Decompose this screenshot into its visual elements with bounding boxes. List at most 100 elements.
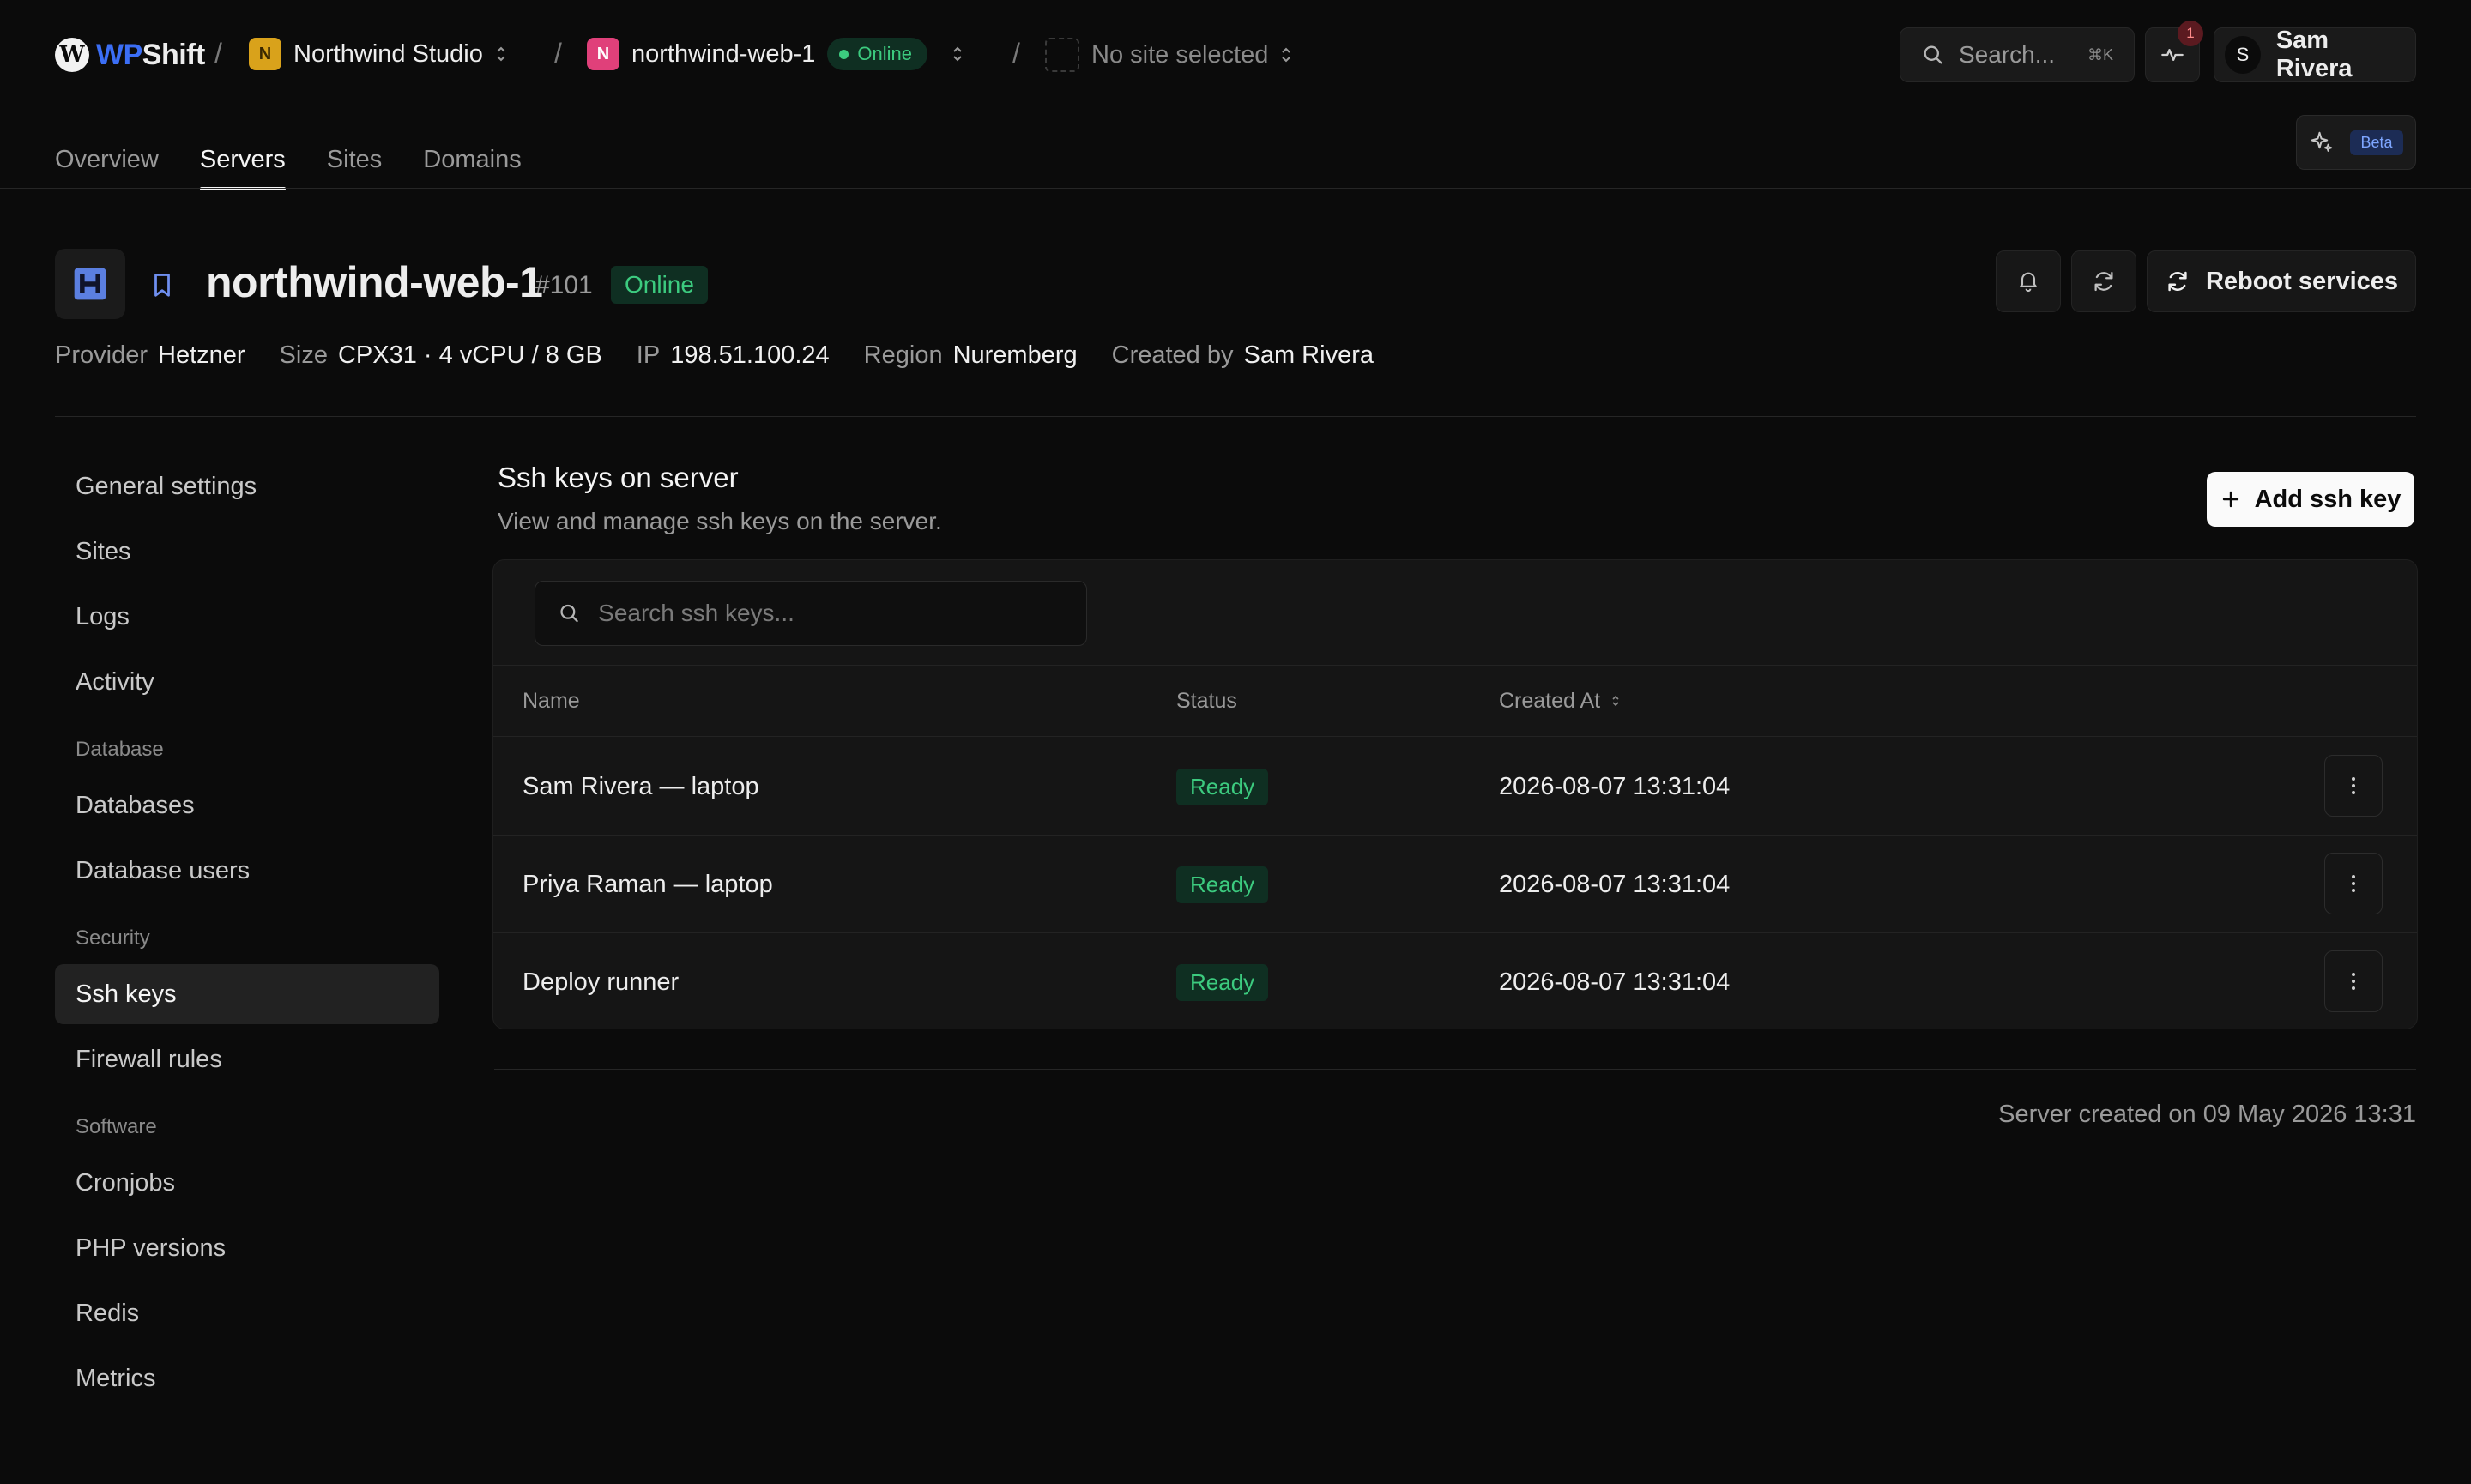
status-badge: Ready <box>1176 768 1269 805</box>
breadcrumb-separator: / <box>214 38 222 69</box>
table-row[interactable]: Sam Rivera — laptop Ready 2026-08-07 13:… <box>493 738 2417 836</box>
brand-logo[interactable]: W WPShift <box>55 34 205 75</box>
tab-servers[interactable]: Servers <box>199 130 286 190</box>
server-meta: Provider Hetzner Size CPX31 · 4 vCPU / 8 G… <box>55 341 1374 370</box>
add-ssh-key-label: Add ssh key <box>2254 485 2402 513</box>
table-header: Name Status Created At <box>493 665 2417 737</box>
tab-domains[interactable]: Domains <box>423 130 521 189</box>
status-badge: Online <box>611 266 708 304</box>
activity-pulse-icon <box>2161 49 2184 62</box>
status-badge: Ready <box>1176 866 1269 903</box>
row-actions-button[interactable] <box>2324 755 2383 817</box>
site-placeholder-icon <box>1045 38 1079 72</box>
ssh-keys-table: Name Status Created At Sam Rivera — lapt… <box>492 559 2418 1029</box>
status-badge: Ready <box>1176 963 1269 1001</box>
ai-assistant-button[interactable]: Beta <box>2296 115 2416 170</box>
add-ssh-key-button[interactable]: Add ssh key <box>2207 472 2414 527</box>
page-title: northwind-web-1 <box>206 258 543 306</box>
wordpress-logo-icon: W <box>55 38 89 72</box>
refresh-button[interactable] <box>2071 250 2136 312</box>
bell-icon <box>2020 272 2037 293</box>
table-row[interactable]: Priya Raman — laptop Ready 2026-08-07 13… <box>493 836 2417 933</box>
sidebar-item-database-users[interactable]: Database users <box>55 841 439 901</box>
ssh-key-name: Sam Rivera — laptop <box>523 772 759 800</box>
header-divider <box>55 416 2416 417</box>
section-title: Ssh keys on server <box>498 461 739 493</box>
table-row[interactable]: Deploy runner Ready 2026-08-07 13:31:04 <box>493 933 2417 1029</box>
footer-divider <box>494 1069 2416 1070</box>
refresh-icon <box>2094 271 2113 292</box>
tab-sites[interactable]: Sites <box>327 130 382 189</box>
more-vertical-icon <box>2352 973 2355 990</box>
sidebar-item-firewall-rules[interactable]: Firewall rules <box>55 1029 439 1089</box>
beta-badge: Beta <box>2350 130 2403 155</box>
search-icon <box>560 604 578 623</box>
sidebar-item-sites[interactable]: Sites <box>55 522 439 582</box>
site-name: No site selected <box>1091 40 1269 69</box>
sidebar-item-metrics[interactable]: Metrics <box>55 1348 439 1409</box>
breadcrumb-separator: / <box>1012 38 1020 69</box>
created-at: 2026-08-07 13:31:04 <box>1499 870 1731 898</box>
row-actions-button[interactable] <box>2324 853 2383 914</box>
meta-ip: IP 198.51.100.24 <box>636 341 830 369</box>
chevron-up-down-icon <box>952 45 964 63</box>
brand-name: WPShift <box>96 38 205 71</box>
team-name: Northwind Studio <box>293 39 483 68</box>
server-avatar: N <box>587 38 619 70</box>
meta-region: Region Nuremberg <box>863 341 1078 369</box>
search-shortcut: ⌘K <box>2087 45 2113 63</box>
row-actions-button[interactable] <box>2324 950 2383 1012</box>
team-switcher[interactable]: N Northwind Studio <box>249 38 507 70</box>
meta-created-by: Created by Sam Rivera <box>1111 341 1374 369</box>
avatar: S <box>2225 36 2261 74</box>
sidebar-item-logs[interactable]: Logs <box>55 587 439 647</box>
breadcrumb-separator: / <box>554 38 562 69</box>
sparkles-icon <box>2311 131 2333 152</box>
meta-size: Size CPX31 · 4 vCPU / 8 GB <box>279 341 602 369</box>
team-avatar: N <box>249 38 281 70</box>
sort-icon <box>1612 695 1619 707</box>
server-name: northwind-web-1 <box>631 39 816 68</box>
reboot-services-button[interactable]: Reboot services <box>2147 250 2416 312</box>
column-header-created-at[interactable]: Created At <box>1499 689 1621 714</box>
sidebar-item-redis[interactable]: Redis <box>55 1283 439 1343</box>
main-nav: Overview Servers Sites Domains <box>55 130 522 190</box>
server-created-note: Server created on 09 May 2026 13:31 <box>1998 1101 2416 1128</box>
sidebar-item-php-versions[interactable]: PHP versions <box>55 1218 439 1278</box>
sidebar-item-cronjobs[interactable]: Cronjobs <box>55 1153 439 1213</box>
server-sidebar: General settings Sites Logs Activity Dat… <box>55 456 439 1414</box>
search-placeholder: Search... <box>1959 41 2056 68</box>
column-header-name[interactable]: Name <box>523 689 580 714</box>
notifications-button[interactable] <box>1996 250 2061 312</box>
sidebar-item-activity[interactable]: Activity <box>55 652 439 712</box>
sidebar-item-databases[interactable]: Databases <box>55 775 439 836</box>
activity-count-badge: 1 <box>2178 21 2203 46</box>
hetzner-logo-icon <box>55 249 125 319</box>
server-switcher[interactable]: N northwind-web-1 Online <box>587 38 964 70</box>
status-dot-icon <box>839 49 849 59</box>
refresh-icon <box>2168 271 2187 292</box>
sidebar-section-software: Software <box>76 1115 157 1138</box>
global-search-button[interactable]: Search... ⌘K <box>1900 27 2135 82</box>
bookmark-icon[interactable] <box>149 271 175 305</box>
nav-divider <box>0 188 2471 189</box>
section-subtitle: View and manage ssh keys on the server. <box>498 508 942 534</box>
tab-overview[interactable]: Overview <box>55 130 159 189</box>
plus-icon <box>2222 491 2238 508</box>
more-vertical-icon <box>2352 777 2355 794</box>
site-switcher[interactable]: No site selected <box>1045 38 1292 72</box>
status-badge: Online <box>827 38 927 70</box>
sidebar-item-general-settings[interactable]: General settings <box>55 456 439 516</box>
created-at: 2026-08-07 13:31:04 <box>1499 968 1731 996</box>
user-menu-button[interactable]: S Sam Rivera <box>2214 27 2416 82</box>
sidebar-section-database: Database <box>76 738 164 761</box>
search-input[interactable] <box>598 600 1064 627</box>
more-vertical-icon <box>2352 875 2355 892</box>
sidebar-item-ssh-keys[interactable]: Ssh keys <box>55 964 439 1024</box>
ssh-key-name: Deploy runner <box>523 968 680 996</box>
reboot-label: Reboot services <box>2205 267 2399 295</box>
chevron-up-down-icon <box>1280 45 1292 64</box>
created-at: 2026-08-07 13:31:04 <box>1499 772 1731 800</box>
column-header-status[interactable]: Status <box>1176 689 1237 714</box>
user-name: Sam Rivera <box>2275 27 2353 82</box>
